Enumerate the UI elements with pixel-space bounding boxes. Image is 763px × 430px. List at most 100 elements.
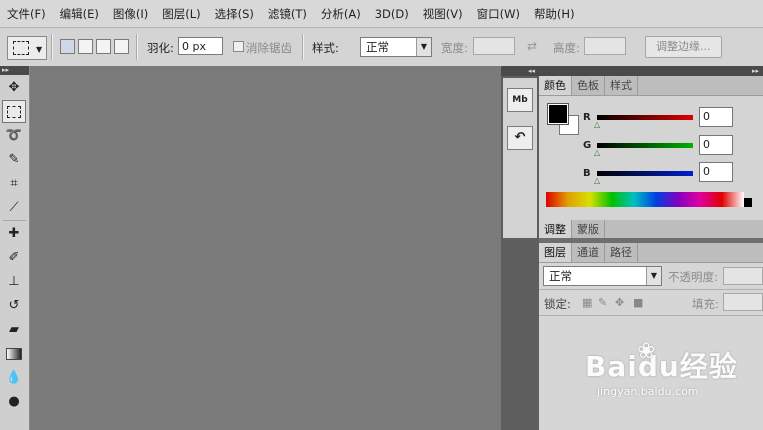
style-select[interactable]: 正常 ▼ xyxy=(360,37,432,57)
height-input[interactable] xyxy=(584,37,626,55)
divider xyxy=(302,34,304,60)
eraser-tool-icon[interactable]: ▰ xyxy=(2,318,26,341)
foreground-color-swatch[interactable] xyxy=(547,103,569,125)
intersect-selection-button[interactable] xyxy=(114,39,129,54)
panels-collapse-icon[interactable]: ▸▸ xyxy=(539,66,763,76)
history-brush-tool-icon[interactable]: ↺ xyxy=(2,294,26,317)
blur-tool-icon[interactable]: 💧 xyxy=(2,366,26,389)
panel-dock: ◂◂ Mb ↶ xyxy=(501,66,539,430)
black-swatch[interactable] xyxy=(744,198,752,207)
blue-slider-thumb-icon[interactable]: △ xyxy=(594,176,600,185)
blue-slider[interactable] xyxy=(597,171,693,176)
tab-paths[interactable]: 路径 xyxy=(605,243,638,262)
paw-logo-icon: ❀ xyxy=(637,339,656,364)
crop-tool-icon[interactable]: ⌗ xyxy=(2,172,26,195)
red-value-input[interactable]: 0 xyxy=(699,107,733,127)
style-label: 样式: xyxy=(312,41,339,55)
tool-preset-picker[interactable]: ▼ xyxy=(7,36,47,60)
divider xyxy=(3,220,26,221)
blue-channel-label: B xyxy=(583,168,591,179)
menu-help[interactable]: 帮助(H) xyxy=(527,6,582,22)
menu-3d[interactable]: 3D(D) xyxy=(368,7,416,21)
menu-file[interactable]: 文件(F) xyxy=(0,6,53,22)
subtract-selection-button[interactable] xyxy=(96,39,111,54)
lock-position-icon[interactable]: ✥ xyxy=(615,296,624,309)
history-panel-icon[interactable]: ↶ xyxy=(507,126,533,150)
tab-color[interactable]: 颜色 xyxy=(539,76,572,95)
red-channel-label: R xyxy=(583,112,591,123)
adjust-tabrow: 调整 蒙版 xyxy=(539,220,763,240)
lock-label: 锁定: xyxy=(544,297,571,311)
adjust-panel-tabs: 调整 蒙版 xyxy=(539,220,763,240)
feather-input[interactable]: 0 px xyxy=(178,37,223,55)
lock-all-icon[interactable]: ■ xyxy=(633,296,643,309)
tab-adjustments[interactable]: 调整 xyxy=(539,220,572,239)
width-label: 宽度: xyxy=(441,41,468,55)
menu-layer[interactable]: 图层(L) xyxy=(155,6,207,22)
divider xyxy=(539,315,763,316)
gradient-tool-icon[interactable] xyxy=(2,342,26,365)
toolbox-collapse-icon[interactable]: ▸▸ xyxy=(0,66,29,75)
menu-bar: 文件(F) 编辑(E) 图像(I) 图层(L) 选择(S) 滤镜(T) 分析(A… xyxy=(0,0,763,28)
tab-swatches[interactable]: 色板 xyxy=(572,76,605,95)
tab-layers[interactable]: 图层 xyxy=(539,243,572,262)
opacity-input[interactable] xyxy=(723,267,763,285)
color-spectrum-bar[interactable] xyxy=(546,192,752,207)
tab-channels[interactable]: 通道 xyxy=(572,243,605,262)
spot-heal-tool-icon[interactable]: ✚ xyxy=(2,222,26,245)
move-tool-icon[interactable]: ✥ xyxy=(2,76,26,99)
rect-marquee-tool-icon[interactable] xyxy=(2,100,26,123)
watermark-title: Baidu经验 xyxy=(585,350,738,383)
layers-tabrow: 图层 通道 路径 xyxy=(539,243,763,263)
mini-bridge-icon[interactable]: Mb xyxy=(507,88,533,112)
clone-stamp-tool-icon[interactable]: ⊥ xyxy=(2,270,26,293)
feather-label: 羽化: xyxy=(147,41,174,55)
red-slider[interactable] xyxy=(597,115,693,120)
lock-transparency-icon[interactable]: ▦ xyxy=(582,296,592,309)
fill-label: 填充: xyxy=(692,297,719,311)
quick-select-tool-icon[interactable]: ✎ xyxy=(2,148,26,171)
menu-image[interactable]: 图像(I) xyxy=(106,6,155,22)
opacity-label: 不透明度: xyxy=(668,270,718,284)
lasso-tool-icon[interactable]: ➰ xyxy=(2,124,26,147)
style-select-value: 正常 xyxy=(366,40,389,54)
baidu-watermark: ❀ Baidu经验 jingyan.baidu.com xyxy=(585,339,755,415)
menu-analysis[interactable]: 分析(A) xyxy=(314,6,368,22)
blue-value-input[interactable]: 0 xyxy=(699,162,733,182)
dodge-tool-icon[interactable]: ● xyxy=(2,390,26,413)
menu-edit[interactable]: 编辑(E) xyxy=(53,6,106,22)
chevron-down-icon: ▼ xyxy=(416,38,431,56)
antialias-checkbox[interactable] xyxy=(233,41,244,52)
color-panel-tabs: 颜色 色板 样式 xyxy=(539,76,763,96)
blend-mode-select[interactable]: 正常 ▼ xyxy=(543,266,662,286)
eyedropper-tool-icon[interactable]: ⟋ xyxy=(2,196,26,219)
marquee-icon xyxy=(13,41,29,55)
red-slider-thumb-icon[interactable]: △ xyxy=(594,120,600,129)
tab-styles[interactable]: 样式 xyxy=(605,76,638,95)
tab-masks[interactable]: 蒙版 xyxy=(572,220,605,239)
menu-view[interactable]: 视图(V) xyxy=(416,6,470,22)
watermark-url: jingyan.baidu.com xyxy=(597,385,699,398)
swap-icon[interactable]: ⇄ xyxy=(527,39,537,53)
add-selection-button[interactable] xyxy=(78,39,93,54)
options-bar: ▼ 羽化: 0 px 消除锯齿 样式: 正常 ▼ 宽度: ⇄ 高度: 调整边缘.… xyxy=(0,28,763,67)
green-slider-thumb-icon[interactable]: △ xyxy=(594,148,600,157)
new-selection-button[interactable] xyxy=(60,39,75,54)
width-input[interactable] xyxy=(473,37,515,55)
fill-input[interactable] xyxy=(723,293,763,311)
green-slider[interactable] xyxy=(597,143,693,148)
chevron-down-icon: ▼ xyxy=(36,45,43,54)
toolbox: ▸▸ ✥ ➰ ✎ ⌗ ⟋ ✚ ✐ ⊥ ↺ ▰ 💧 ● xyxy=(0,66,30,430)
refine-edge-button[interactable]: 调整边缘... xyxy=(645,36,722,58)
blend-mode-value: 正常 xyxy=(549,269,572,283)
canvas-area[interactable] xyxy=(30,66,500,430)
brush-tool-icon[interactable]: ✐ xyxy=(2,246,26,269)
menu-window[interactable]: 窗口(W) xyxy=(470,6,527,22)
menu-select[interactable]: 选择(S) xyxy=(208,6,261,22)
menu-filter[interactable]: 滤镜(T) xyxy=(261,6,314,22)
dock-collapse-icon[interactable]: ◂◂ xyxy=(501,66,539,76)
green-value-input[interactable]: 0 xyxy=(699,135,733,155)
green-channel-label: G xyxy=(583,140,592,151)
lock-pixels-icon[interactable]: ✎ xyxy=(598,296,607,309)
dock-icons: Mb ↶ xyxy=(503,78,537,238)
